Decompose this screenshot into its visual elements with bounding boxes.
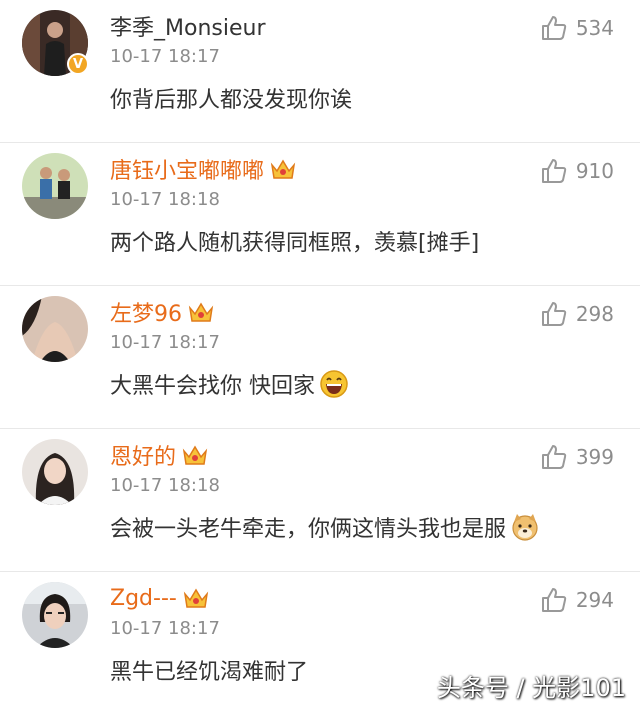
like-count: 294 <box>575 588 614 612</box>
comment-item: V 李季_Monsieur 10-17 18:17 你背后那人都没发现你诶 53… <box>0 0 640 142</box>
comment-text-body: 两个路人随机获得同框照，羡慕[摊手] <box>110 231 480 256</box>
laughing-emoji-icon <box>320 370 348 398</box>
avatar[interactable] <box>22 153 88 219</box>
thumbs-up-icon <box>541 159 567 183</box>
comment-item: 左梦96 10-17 18:17 大黑牛会找你 快回家 298 <box>0 285 640 428</box>
comment-time: 10-17 18:18 <box>110 475 220 496</box>
like-count: 399 <box>575 445 614 469</box>
like-button[interactable]: 298 <box>540 300 614 328</box>
thumbs-up-icon <box>541 588 567 612</box>
user-name[interactable]: 恩好的 <box>110 439 176 471</box>
comment-text-body: 黑牛已经饥渴难耐了 <box>110 660 309 685</box>
doge-emoji-icon <box>512 514 538 541</box>
comment-text: 你背后那人都没发现你诶 <box>110 82 352 114</box>
comment-time: 10-17 18:17 <box>110 332 220 353</box>
user-name[interactable]: 左梦96 <box>110 296 182 328</box>
like-button[interactable]: 534 <box>540 14 614 42</box>
user-name[interactable]: Zgd--- <box>110 586 177 611</box>
verified-badge-icon: V <box>67 53 89 75</box>
comment-time: 10-17 18:17 <box>110 618 220 639</box>
like-button[interactable]: 399 <box>540 443 614 471</box>
comment-text: 会被一头老牛牵走，你俩这情头我也是服 <box>110 511 540 543</box>
avatar[interactable] <box>22 582 88 648</box>
comment-text: 大黑牛会找你 快回家 <box>110 368 349 400</box>
thumbs-up-icon <box>541 302 567 326</box>
vip-crown-icon <box>270 159 296 179</box>
like-count: 534 <box>575 16 614 40</box>
comment-text-body: 会被一头老牛牵走，你俩这情头我也是服 <box>110 517 507 542</box>
comment-item: 恩好的 10-17 18:18 会被一头老牛牵走，你俩这情头我也是服 399 <box>0 428 640 571</box>
vip-crown-icon <box>182 445 208 465</box>
user-name[interactable]: 唐钰小宝嘟嘟嘟 <box>110 153 264 185</box>
vip-crown-icon <box>188 302 214 322</box>
comment-text: 两个路人随机获得同框照，羡慕[摊手] <box>110 225 479 257</box>
vip-crown-icon <box>183 588 208 608</box>
avatar[interactable] <box>22 296 88 362</box>
thumbs-up-icon <box>541 445 567 469</box>
comment-item: 唐钰小宝嘟嘟嘟 10-17 18:18 两个路人随机获得同框照，羡慕[摊手] 9… <box>0 142 640 285</box>
comment-text-body: 你背后那人都没发现你诶 <box>110 88 353 113</box>
watermark: 头条号 / 光影101 <box>436 674 626 702</box>
like-button[interactable]: 294 <box>540 586 614 614</box>
comment-text-body: 大黑牛会找你 快回家 <box>110 374 315 399</box>
thumbs-up-icon <box>541 16 567 40</box>
comment-text: 黑牛已经饥渴难耐了 <box>110 654 308 686</box>
avatar[interactable] <box>22 439 88 505</box>
like-count: 298 <box>575 302 614 326</box>
comment-time: 10-17 18:18 <box>110 189 220 210</box>
like-button[interactable]: 910 <box>540 157 614 185</box>
user-name[interactable]: 李季_Monsieur <box>110 10 265 42</box>
comment-time: 10-17 18:17 <box>110 46 220 67</box>
like-count: 910 <box>575 159 614 183</box>
